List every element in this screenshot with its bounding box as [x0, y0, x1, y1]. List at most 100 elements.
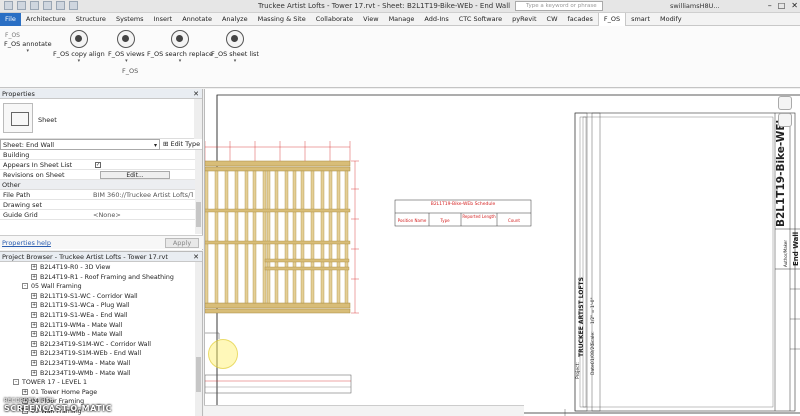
property-key: Revisions on Sheet — [3, 171, 65, 179]
browser-item-label: B2L1T19-S1-WCa - Plug Wall — [40, 302, 130, 310]
fos-views-button[interactable]: F_OS views ▾ — [108, 30, 145, 64]
stud — [234, 170, 239, 304]
tab-f-os[interactable]: F_OS — [597, 12, 627, 26]
tab-collaborate[interactable]: Collaborate — [311, 13, 358, 26]
search-input[interactable]: Type a keyword or phrase — [515, 1, 603, 11]
properties-help-link[interactable]: Properties help — [2, 239, 51, 247]
browser-item[interactable]: + B2L1T19-S1-WEa - End Wall — [31, 311, 127, 321]
zoom-icon[interactable] — [778, 113, 792, 127]
fos-copy-align-label: F_OS copy align — [53, 50, 105, 58]
expand-icon[interactable]: + — [31, 273, 37, 280]
scroll-thumb[interactable] — [196, 202, 201, 227]
tab-manage[interactable]: Manage — [384, 13, 420, 26]
fos-search-replace-button[interactable]: F_OS search replace ▾ — [147, 30, 213, 64]
panel-name: F_OS — [122, 67, 139, 75]
tab-cw[interactable]: CW — [542, 13, 563, 26]
tab-smart[interactable]: smart — [626, 13, 655, 26]
expand-icon[interactable]: + — [22, 388, 28, 395]
stud — [344, 170, 349, 304]
tab-ctc-software[interactable]: CTC Software — [454, 13, 507, 26]
expand-icon[interactable]: + — [31, 264, 37, 270]
apply-button[interactable]: Apply — [165, 238, 199, 248]
close-icon[interactable]: ✕ — [193, 89, 199, 99]
tab-systems[interactable]: Systems — [111, 13, 149, 26]
expand-icon[interactable]: + — [31, 360, 37, 366]
open-icon[interactable] — [17, 1, 26, 10]
property-row[interactable]: Building — [0, 150, 202, 160]
expand-icon[interactable]: + — [31, 302, 37, 309]
property-row[interactable]: Appears In Sheet List ✓ — [0, 160, 202, 170]
window-title: Truckee Artist Lofts - Tower 17.rvt - Sh… — [258, 2, 511, 10]
print-icon[interactable] — [69, 1, 78, 10]
minimize-icon[interactable]: – — [768, 1, 772, 11]
expand-icon[interactable]: + — [31, 321, 37, 328]
close-icon[interactable]: ✕ — [791, 1, 798, 11]
fos-search-replace-label: F_OS search replace — [147, 50, 213, 58]
property-row[interactable]: Drawing set — [0, 200, 202, 210]
tab-file[interactable]: File — [0, 12, 21, 26]
tab-massing-site[interactable]: Massing & Site — [253, 13, 311, 26]
browser-item[interactable]: + B2L234T19-S1M-WC - Corridor Wall — [31, 340, 151, 350]
browser-item[interactable]: +01 Tower Home Page — [22, 388, 97, 398]
fos-copy-align-button[interactable]: F_OS copy align ▾ — [53, 30, 105, 64]
edit-type-button[interactable]: ⊞ Edit Type — [163, 139, 200, 150]
revit-logo-icon[interactable] — [4, 1, 13, 10]
collapse-icon[interactable]: - — [22, 283, 28, 290]
redo-icon[interactable] — [56, 1, 65, 10]
browser-item[interactable]: + B2L1T19-S1-WC - Corridor Wall — [31, 292, 138, 302]
browser-item[interactable]: + B2L234T19-S1M-WEb - End Wall — [31, 349, 141, 359]
save-icon[interactable] — [30, 1, 39, 10]
browser-item[interactable]: + B2L1T19-S1-WCa - Plug Wall — [31, 301, 129, 311]
type-selector[interactable]: Sheet — [0, 99, 202, 139]
instance-dropdown[interactable]: Sheet: End Wall — [0, 139, 160, 151]
collapse-icon[interactable]: - — [13, 379, 19, 386]
maximize-icon[interactable]: □ — [778, 1, 786, 11]
tab-annotate[interactable]: Annotate — [177, 13, 217, 26]
section-other[interactable]: Other — [0, 180, 202, 190]
browser-item[interactable]: + B2L1T19-WMa - Mate Wall — [31, 321, 122, 331]
view-control-bar[interactable] — [204, 405, 524, 416]
browser-item[interactable]: + B2L4T19-R0 - 3D View — [31, 263, 110, 273]
expand-icon[interactable]: + — [31, 331, 37, 338]
property-row[interactable]: File Path BIM 360://Truckee Artist Lofts… — [0, 190, 202, 200]
browser-title: Project Browser - Truckee Artist Lofts -… — [2, 253, 168, 261]
browser-item[interactable]: + B2L4T19-R1 - Roof Framing and Sheathing — [31, 273, 174, 283]
browser-item[interactable]: -05 Wall Framing — [22, 282, 82, 292]
expand-icon[interactable]: + — [31, 369, 37, 376]
type-scrollbar[interactable] — [194, 99, 202, 139]
browser-item[interactable]: + B2L234T19-WMa - Mate Wall — [31, 359, 130, 369]
browser-item[interactable]: - TOWER 17 - LEVEL 1 — [13, 378, 87, 388]
property-row[interactable]: Revisions on Sheet Edit... — [0, 170, 202, 180]
tab-architecture[interactable]: Architecture — [21, 13, 71, 26]
fos-annotate-button[interactable]: F_OS annotate ▾ — [4, 40, 52, 54]
stud — [320, 170, 325, 304]
expand-icon[interactable]: + — [31, 292, 37, 299]
properties-scrollbar[interactable] — [195, 150, 202, 234]
browser-item[interactable]: + B2L234T19-WMb - Mate Wall — [31, 369, 130, 379]
expand-icon[interactable]: + — [31, 350, 37, 357]
drawing-canvas[interactable]: B2L1T19-Bike-WEb Schedule Position Name … — [204, 89, 800, 416]
revisions-edit-button[interactable]: Edit... — [100, 171, 170, 179]
steering-wheel-icon[interactable] — [778, 96, 792, 110]
stud — [292, 170, 297, 304]
tab-modify[interactable]: Modify — [655, 13, 687, 26]
close-icon[interactable]: ✕ — [193, 252, 199, 262]
tab-view[interactable]: View — [358, 13, 383, 26]
appears-in-sheet-list-checkbox[interactable]: ✓ — [95, 162, 101, 168]
browser-item[interactable]: + B2L1T19-WMb - Mate Wall — [31, 330, 122, 340]
browser-scrollbar[interactable] — [195, 262, 202, 416]
expand-icon[interactable]: + — [31, 340, 37, 347]
tab-insert[interactable]: Insert — [149, 13, 178, 26]
tab-facades[interactable]: facades — [563, 13, 598, 26]
expand-icon[interactable]: + — [31, 312, 37, 318]
user-account[interactable]: swilliamsH8U... — [670, 2, 720, 10]
tab-add-ins[interactable]: Add-Ins — [419, 13, 453, 26]
scroll-thumb[interactable] — [196, 357, 201, 392]
tab-structure[interactable]: Structure — [71, 13, 111, 26]
browser-item-label: 05 Wall Framing — [31, 283, 82, 291]
fos-sheet-list-button[interactable]: F_OS sheet list ▾ — [211, 30, 259, 64]
property-row[interactable]: Guide Grid <None> — [0, 210, 202, 220]
tab-pyrevit[interactable]: pyRevit — [507, 13, 541, 26]
undo-icon[interactable] — [43, 1, 52, 10]
tab-analyze[interactable]: Analyze — [217, 13, 253, 26]
